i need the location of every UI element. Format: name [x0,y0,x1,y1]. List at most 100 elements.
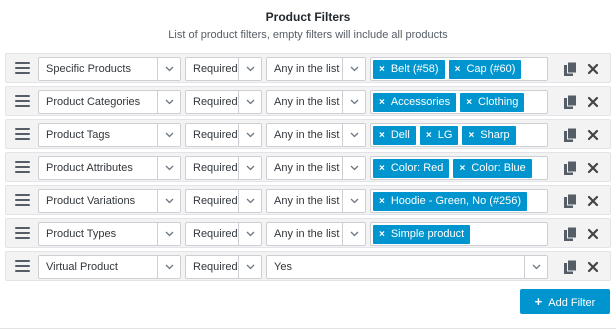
field-select-value: Product Categories [46,96,141,108]
tag-label: Hoodie - Green, No (#256) [390,195,522,207]
filter-row-product-types: Product Types Required Any in the list ×… [5,218,611,248]
filter-row-product-tags: Product Tags Required Any in the list × D… [5,119,611,149]
field-select[interactable]: Product Tags [38,123,181,147]
chevron-down-icon [157,223,180,245]
selected-tag: × Color: Red [373,159,450,178]
remove-tag-icon[interactable]: × [379,196,385,207]
chevron-down-icon [342,223,365,245]
duplicate-icon[interactable] [564,160,577,175]
tag-label: Sharp [480,129,510,141]
close-icon[interactable] [586,161,600,175]
close-icon[interactable] [586,260,600,274]
field-select-value: Specific Products [46,63,131,75]
tag-selector[interactable]: × Hoodie - Green, No (#256) [370,189,548,213]
chevron-down-icon [238,223,261,245]
field-select[interactable]: Specific Products [38,57,181,81]
comparison-select-value: Any in the list [274,162,340,174]
close-icon[interactable] [586,95,600,109]
duplicate-icon[interactable] [564,259,577,274]
field-select[interactable]: Product Variations [38,189,181,213]
plus-icon: + [534,294,543,309]
tag-label: Dell [390,129,410,141]
comparison-select-value: Any in the list [274,228,340,240]
close-icon[interactable] [586,194,600,208]
requirement-select[interactable]: Required [185,123,262,147]
drag-handle-icon[interactable] [15,194,30,206]
chevron-down-icon [157,58,180,80]
comparison-select[interactable]: Any in the list [266,90,366,114]
requirement-select-value: Required [193,96,238,108]
comparison-select-value: Any in the list [274,195,340,207]
remove-tag-icon[interactable]: × [426,130,432,141]
remove-tag-icon[interactable]: × [468,130,474,141]
remove-tag-icon[interactable]: × [379,64,385,75]
comparison-select[interactable]: Any in the list [266,189,366,213]
add-filter-label: Add Filter [548,297,596,309]
close-icon[interactable] [586,227,600,241]
tag-selector[interactable]: × Simple product [370,222,548,246]
field-select[interactable]: Virtual Product [38,255,181,279]
chevron-down-icon [342,157,365,179]
remove-tag-icon[interactable]: × [379,97,385,108]
selected-tag: × Sharp [462,126,516,145]
duplicate-icon[interactable] [564,94,577,109]
close-icon[interactable] [586,128,600,142]
drag-handle-icon[interactable] [15,161,30,173]
comparison-select[interactable]: Any in the list [266,57,366,81]
drag-handle-icon[interactable] [15,95,30,107]
requirement-select[interactable]: Required [185,255,262,279]
selected-tag: × Clothing [460,93,525,112]
remove-tag-icon[interactable]: × [379,163,385,174]
field-select-value: Product Variations [46,195,136,207]
selected-tag: × Belt (#58) [373,60,445,79]
tag-selector[interactable]: × Accessories × Clothing [370,90,548,114]
field-select[interactable]: Product Categories [38,90,181,114]
page-subtitle: List of product filters, empty filters w… [168,29,448,41]
remove-tag-icon[interactable]: × [459,163,465,174]
drag-handle-icon[interactable] [15,227,30,239]
filter-list: Specific Products Required Any in the li… [5,53,611,284]
drag-handle-icon[interactable] [15,128,30,140]
remove-tag-icon[interactable]: × [455,64,461,75]
field-select-value: Product Tags [46,129,111,141]
chevron-down-icon [238,157,261,179]
duplicate-icon[interactable] [564,127,577,142]
field-select[interactable]: Product Attributes [38,156,181,180]
chevron-down-icon [342,190,365,212]
field-select[interactable]: Product Types [38,222,181,246]
duplicate-icon[interactable] [564,193,577,208]
comparison-select[interactable]: Any in the list [266,222,366,246]
requirement-select[interactable]: Required [185,156,262,180]
drag-handle-icon[interactable] [15,260,30,272]
requirement-select[interactable]: Required [185,90,262,114]
requirement-select[interactable]: Required [185,189,262,213]
requirement-select-value: Required [193,228,238,240]
tag-selector[interactable]: × Dell × LG × Sharp [370,123,548,147]
tag-label: Accessories [390,96,451,108]
chevron-down-icon [238,190,261,212]
add-filter-button[interactable]: + Add Filter [520,289,610,314]
tag-label: Belt (#58) [390,63,439,75]
comparison-select-value: Any in the list [274,96,340,108]
remove-tag-icon[interactable]: × [379,130,385,141]
requirement-select[interactable]: Required [185,57,262,81]
selected-tag: × Dell [373,126,416,145]
close-icon[interactable] [586,62,600,76]
value-select[interactable]: Yes [266,255,548,279]
duplicate-icon[interactable] [564,226,577,241]
drag-handle-icon[interactable] [15,62,30,74]
duplicate-icon[interactable] [564,61,577,76]
remove-tag-icon[interactable]: × [466,97,472,108]
tag-selector[interactable]: × Belt (#58) × Cap (#60) [370,57,548,81]
tag-label: Cap (#60) [466,63,516,75]
filter-row-product-categories: Product Categories Required Any in the l… [5,86,611,116]
comparison-select[interactable]: Any in the list [266,123,366,147]
requirement-select-value: Required [193,162,238,174]
comparison-select[interactable]: Any in the list [266,156,366,180]
requirement-select-value: Required [193,63,238,75]
remove-tag-icon[interactable]: × [379,229,385,240]
requirement-select[interactable]: Required [185,222,262,246]
requirement-select-value: Required [193,261,238,273]
filter-row-product-variations: Product Variations Required Any in the l… [5,185,611,215]
tag-selector[interactable]: × Color: Red × Color: Blue [370,156,548,180]
